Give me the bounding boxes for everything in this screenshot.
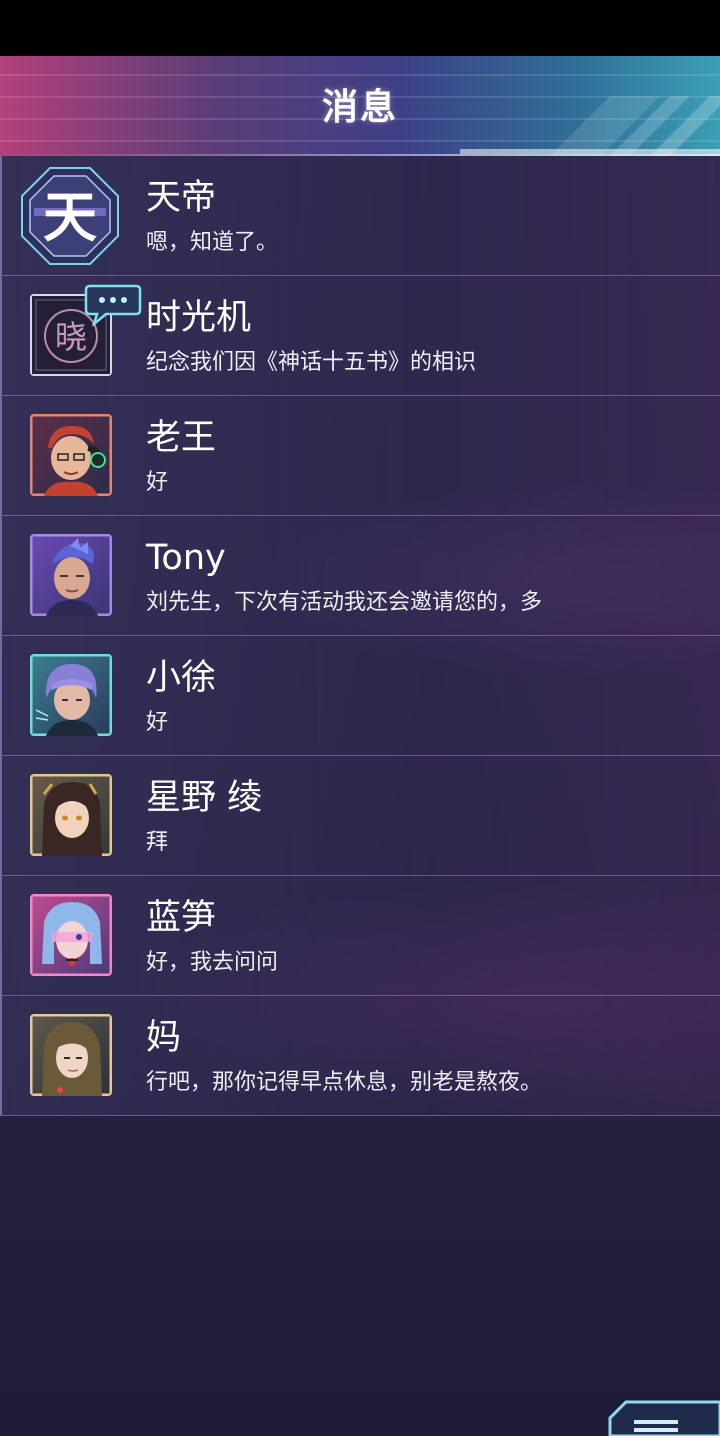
lansun-avatar-icon [30, 894, 112, 976]
contact-name: Tony [146, 538, 226, 578]
contact-name: 时光机 [146, 298, 252, 338]
conversation-list: 天 天帝 嗯，知道了。 晓 时光机 纪念我们因《神话十五书》的相识 老王 好 T… [0, 156, 720, 1116]
laowang-avatar-icon [30, 414, 112, 496]
last-message: 行吧，那你记得早点休息，别老是熬夜。 [146, 1070, 543, 1095]
contact-name: 天帝 [146, 178, 217, 218]
tony-avatar-icon [30, 534, 112, 616]
contact-name: 老王 [146, 418, 217, 458]
conversation-row-tony[interactable]: Tony 刘先生，下次有活动我还会邀请您的，多 [0, 516, 720, 636]
conversation-row-laowang[interactable]: 老王 好 [0, 396, 720, 516]
contact-name: 妈 [146, 1018, 182, 1058]
last-message: 好 [146, 470, 169, 495]
contact-name: 星野 绫 [146, 778, 263, 818]
conversation-row-tiandi[interactable]: 天 天帝 嗯，知道了。 [0, 156, 720, 276]
last-message: 好，我去问问 [146, 950, 279, 975]
contact-name: 蓝笋 [146, 898, 217, 938]
tiandi-hex-logo-icon: 天 [21, 167, 119, 265]
conversation-row-xiaoxu[interactable]: 小徐 好 [0, 636, 720, 756]
last-message: 嗯，知道了。 [146, 230, 279, 255]
chat-bubble-icon [84, 284, 142, 326]
conversation-row-mom[interactable]: 妈 行吧，那你记得早点休息，别老是熬夜。 [0, 996, 720, 1116]
last-message: 好 [146, 710, 169, 735]
last-message: 刘先生，下次有活动我还会邀请您的，多 [146, 590, 543, 615]
last-message: 拜 [146, 830, 169, 855]
xiaoxu-avatar-icon [30, 654, 112, 736]
page-title: 消息 [321, 87, 398, 128]
header-bar: 消息 [0, 56, 720, 156]
conversation-row-time-machine[interactable]: 晓 时光机 纪念我们因《神话十五书》的相识 [0, 276, 720, 396]
svg-text:晓: 晓 [55, 318, 87, 356]
svg-text:天: 天 [43, 186, 97, 249]
hoshino-aya-avatar-icon [30, 774, 112, 856]
conversation-row-hoshino-aya[interactable]: 星野 绫 拜 [0, 756, 720, 876]
contact-name: 小徐 [146, 658, 217, 698]
mom-avatar-icon [30, 1014, 112, 1096]
last-message: 纪念我们因《神话十五书》的相识 [146, 350, 477, 375]
status-bar [0, 0, 720, 56]
corner-menu-button[interactable] [608, 1400, 720, 1436]
conversation-row-lansun[interactable]: 蓝笋 好，我去问问 [0, 876, 720, 996]
